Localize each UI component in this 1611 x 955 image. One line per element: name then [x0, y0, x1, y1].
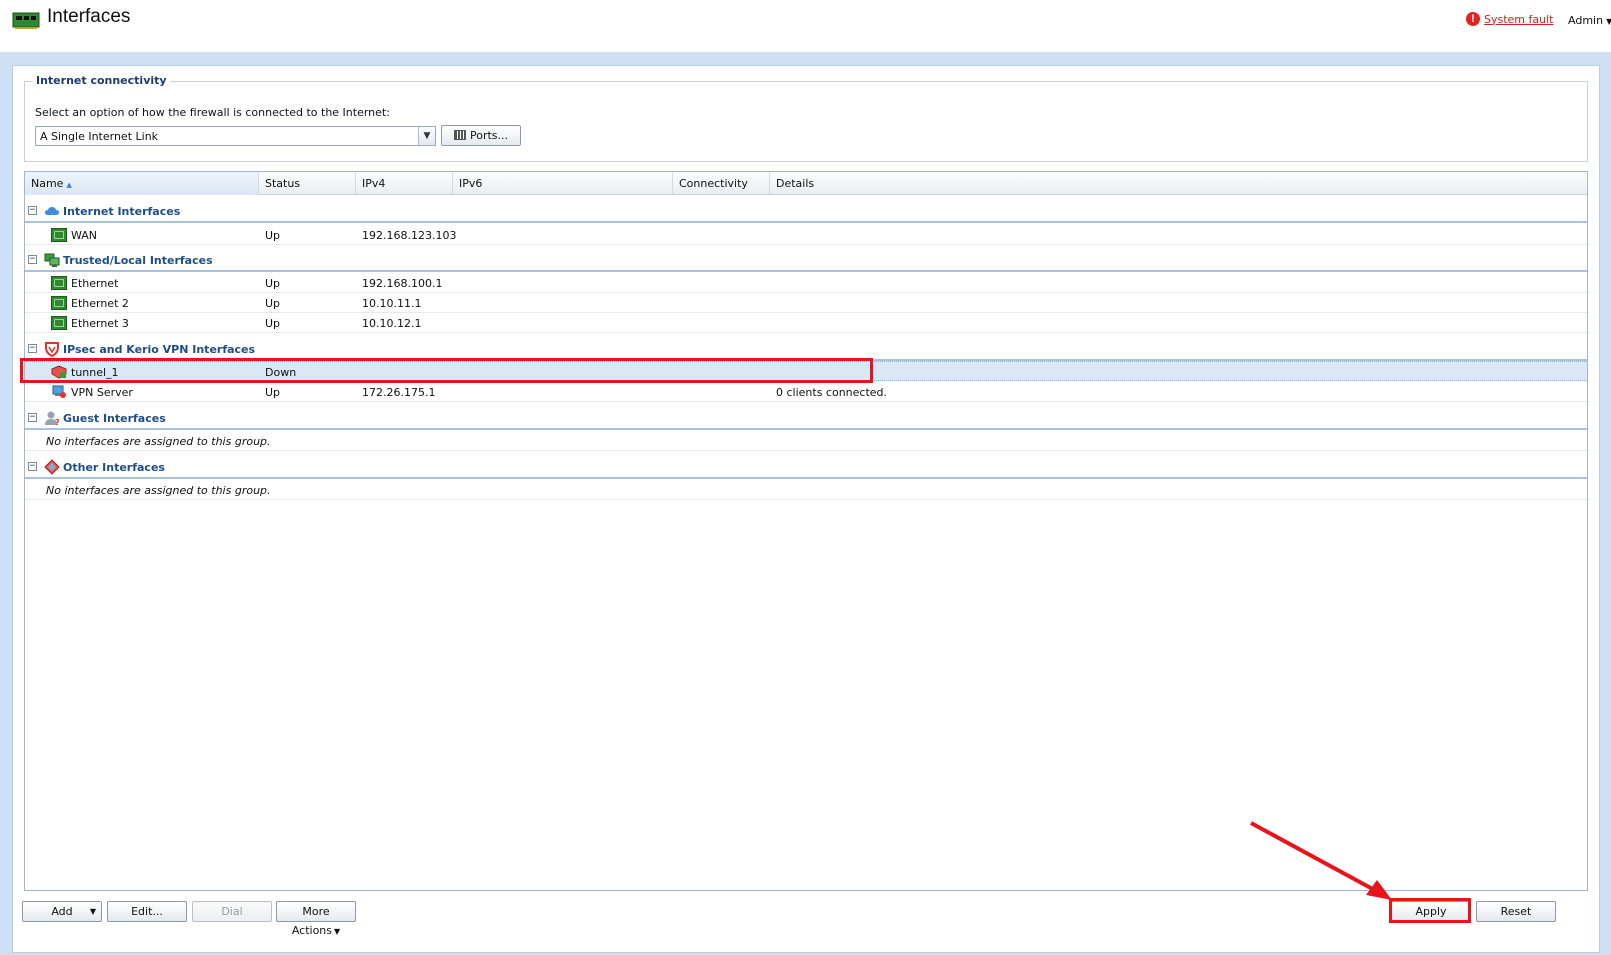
collapse-icon[interactable]: − — [28, 255, 37, 264]
network-card-icon — [51, 228, 67, 242]
cloud-icon — [45, 207, 59, 215]
table-row[interactable]: VPN Server Up 172.26.175.1 0 clients con… — [25, 382, 1587, 402]
group-vpn-interfaces[interactable]: − IPsec and Kerio VPN Interfaces — [25, 338, 1587, 361]
app-header: Interfaces ! System fault Admin ▼ — [0, 0, 1611, 52]
interfaces-panel: Internet connectivity Select an option o… — [12, 65, 1600, 953]
group-other-interfaces[interactable]: − Other Interfaces — [25, 456, 1587, 479]
row-ipv4: 10.10.11.1 — [362, 297, 422, 310]
network-card-icon — [51, 276, 67, 290]
chevron-down-icon: ▼ — [89, 907, 96, 916]
vpn-server-icon — [52, 385, 66, 398]
group-guest-interfaces[interactable]: − ? Guest Interfaces — [25, 407, 1587, 430]
ports-button-label: Ports... — [469, 129, 509, 142]
list-item: No interfaces are assigned to this group… — [25, 431, 1587, 451]
shield-icon — [45, 342, 59, 357]
row-name: Ethernet 2 — [71, 297, 129, 310]
svg-text:?: ? — [55, 418, 60, 426]
row-status: Up — [265, 277, 281, 290]
page-title: Interfaces — [47, 6, 131, 27]
column-header-connectivity[interactable]: Connectivity — [673, 172, 770, 195]
network-card-icon — [51, 316, 67, 330]
empty-group-text: No interfaces are assigned to this group… — [46, 435, 271, 448]
row-status: Up — [265, 386, 281, 399]
add-button[interactable]: Add ▼ — [22, 901, 102, 922]
group-internet-interfaces[interactable]: − Internet Interfaces — [25, 200, 1587, 223]
table-row-selected[interactable]: tunnel_1 Down — [25, 361, 1587, 381]
row-status: Down — [265, 366, 297, 379]
column-header-name[interactable]: Name ▲ — [25, 172, 259, 195]
column-header-ipv6[interactable]: IPv6 — [453, 172, 673, 195]
dial-button[interactable]: Dial — [192, 901, 272, 922]
ports-icon — [453, 130, 466, 140]
table-row[interactable]: Ethernet 3 Up 10.10.12.1 — [25, 313, 1587, 333]
more-actions-button[interactable]: More Actions ▼ — [276, 901, 356, 937]
row-ipv4: 192.168.123.103 — [362, 229, 457, 242]
column-header-ipv4[interactable]: IPv4 — [356, 172, 453, 195]
chevron-down-icon[interactable]: ▼ — [418, 127, 435, 145]
column-header-status[interactable]: Status — [259, 172, 356, 195]
network-card-icon — [51, 296, 67, 310]
fieldset-legend: Internet connectivity — [33, 74, 170, 87]
edit-button[interactable]: Edit... — [107, 901, 187, 922]
connectivity-description: Select an option of how the firewall is … — [35, 106, 390, 119]
group-label: Other Interfaces — [63, 461, 165, 474]
group-label: Internet Interfaces — [63, 205, 181, 218]
group-label: Guest Interfaces — [63, 412, 166, 425]
sort-ascending-icon: ▲ — [66, 181, 72, 189]
row-ipv4: 172.26.175.1 — [362, 386, 436, 399]
column-header-label: Name — [31, 177, 64, 190]
user-menu[interactable]: Admin ▼ — [1568, 14, 1611, 27]
row-name: VPN Server — [71, 386, 133, 399]
table-row[interactable]: Ethernet Up 192.168.100.1 — [25, 273, 1587, 293]
internet-connectivity-fieldset: Internet connectivity Select an option o… — [24, 74, 1588, 162]
chevron-down-icon: ▼ — [334, 927, 341, 936]
more-actions-label: More Actions — [291, 905, 333, 937]
row-status: Up — [265, 297, 281, 310]
row-name: Ethernet 3 — [71, 317, 129, 330]
row-status: Up — [265, 229, 281, 242]
row-ipv4: 192.168.100.1 — [362, 277, 443, 290]
interfaces-grid: Name ▲ Status IPv4 IPv6 Connectivity Deta… — [24, 171, 1588, 891]
network-card-icon — [12, 12, 40, 29]
row-name: WAN — [71, 229, 98, 242]
collapse-icon[interactable]: − — [28, 462, 37, 471]
table-row[interactable]: WAN Up 192.168.123.103 — [25, 225, 1587, 245]
alert-icon: ! — [1466, 12, 1480, 26]
connectivity-mode-value: A Single Internet Link — [40, 130, 159, 143]
list-item: No interfaces are assigned to this group… — [25, 480, 1587, 500]
add-button-label: Add — [51, 905, 73, 918]
grid-header: Name ▲ Status IPv4 IPv6 Connectivity Deta… — [25, 172, 1587, 195]
group-label: IPsec and Kerio VPN Interfaces — [63, 343, 256, 356]
vpn-tunnel-icon — [51, 365, 67, 379]
group-trusted-local-interfaces[interactable]: − Trusted/Local Interfaces — [25, 249, 1587, 272]
system-fault-link[interactable]: System fault — [1484, 13, 1553, 26]
guest-user-icon: ? — [45, 411, 60, 426]
collapse-icon[interactable]: − — [28, 413, 37, 422]
row-status: Up — [265, 317, 281, 330]
system-fault-notice[interactable]: ! System fault — [1466, 12, 1553, 26]
chevron-down-icon: ▼ — [1606, 17, 1611, 26]
other-interfaces-icon — [44, 459, 60, 475]
row-name: Ethernet — [71, 277, 119, 290]
reset-button[interactable]: Reset — [1476, 901, 1556, 922]
apply-button[interactable]: Apply — [1391, 901, 1471, 922]
computers-icon — [44, 253, 60, 267]
group-label: Trusted/Local Interfaces — [63, 254, 213, 267]
collapse-icon[interactable]: − — [28, 206, 37, 215]
row-details: 0 clients connected. — [776, 386, 888, 399]
empty-group-text: No interfaces are assigned to this group… — [46, 484, 271, 497]
column-header-details[interactable]: Details — [770, 172, 1587, 195]
user-menu-label: Admin — [1568, 14, 1604, 27]
collapse-icon[interactable]: − — [28, 344, 37, 353]
ports-button[interactable]: Ports... — [441, 125, 521, 146]
connectivity-mode-select[interactable]: A Single Internet Link ▼ — [35, 126, 436, 146]
row-name: tunnel_1 — [71, 366, 119, 379]
table-row[interactable]: Ethernet 2 Up 10.10.11.1 — [25, 293, 1587, 313]
row-ipv4: 10.10.12.1 — [362, 317, 422, 330]
